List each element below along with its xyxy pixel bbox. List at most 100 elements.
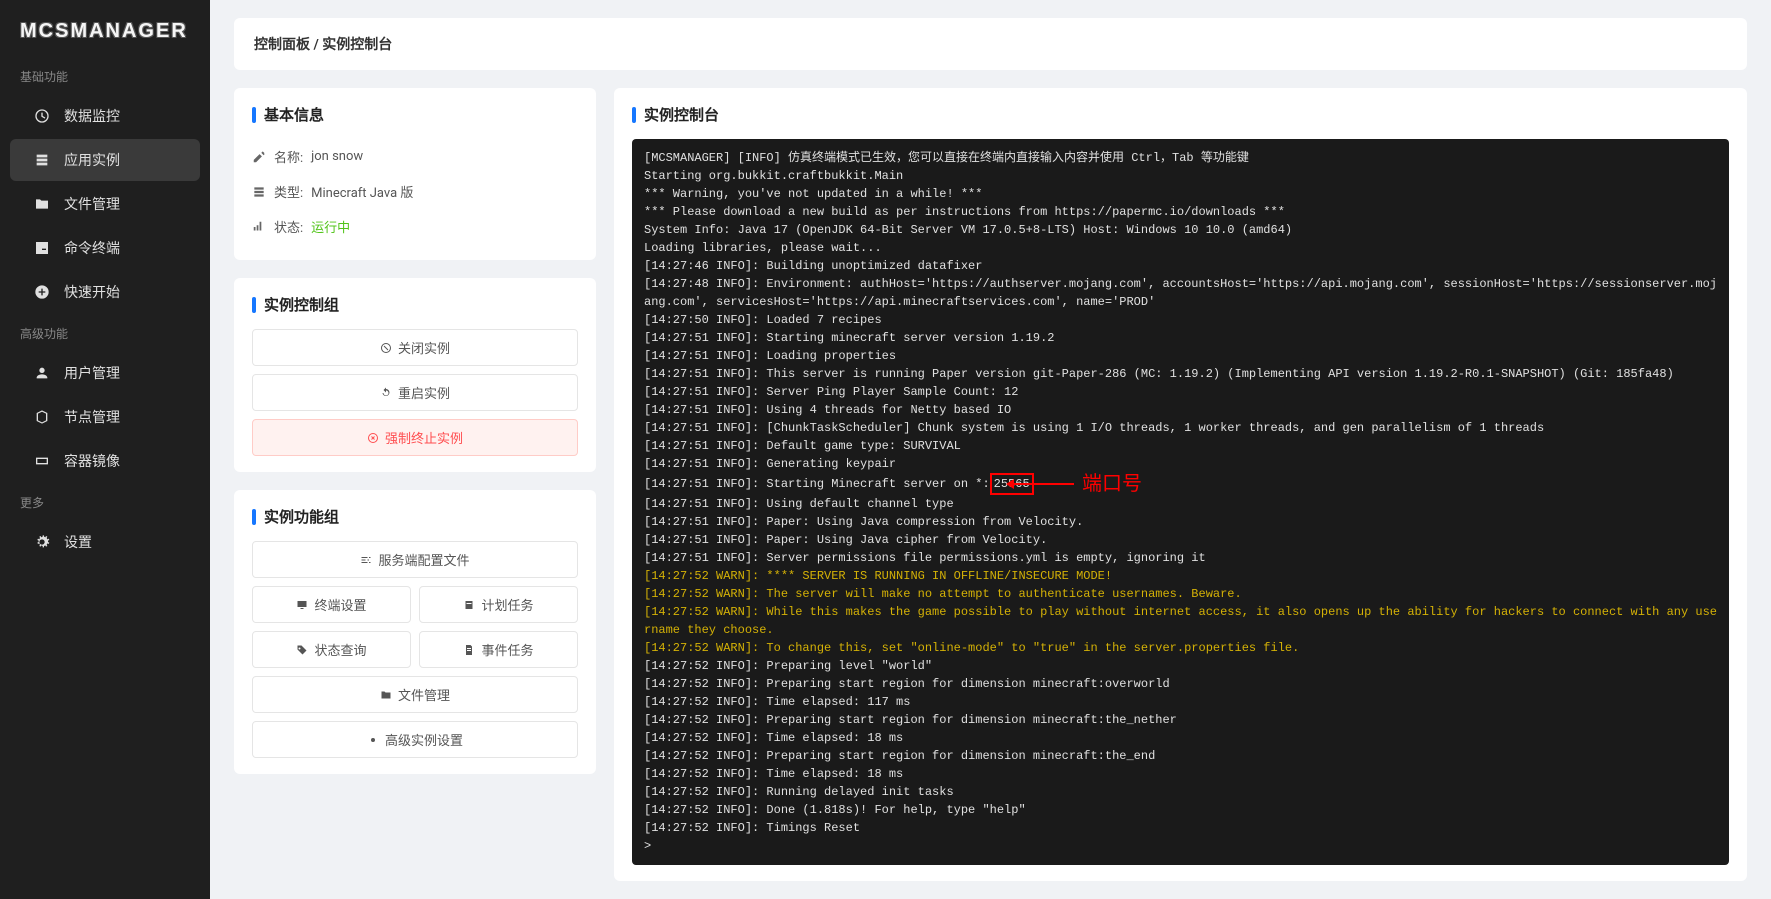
terminal-line: [14:27:52 WARN]: **** SERVER IS RUNNING … (644, 567, 1717, 585)
terminal-line: [MCSMANAGER] [INFO] 仿真终端模式已生效，您可以直接在终端内直… (644, 149, 1717, 167)
sidebar-item-instances[interactable]: 应用实例 (10, 139, 200, 181)
func-group-title: 实例功能组 (252, 506, 578, 527)
node-icon (34, 409, 50, 425)
terminal-line: [14:27:51 INFO]: Server Ping Player Samp… (644, 383, 1717, 401)
func-group-card: 实例功能组 服务端配置文件 终端设置 计划任务 (234, 490, 596, 774)
sidebar-item-settings[interactable]: 设置 (10, 521, 200, 563)
sidebar-item-quickstart[interactable]: 快速开始 (10, 271, 200, 313)
terminal-line: [14:27:50 INFO]: Loaded 7 recipes (644, 311, 1717, 329)
event-tasks-button[interactable]: 事件任务 (419, 631, 578, 668)
info-name: 名称: jon snow (252, 139, 578, 174)
monitor-icon (296, 599, 308, 611)
terminal-line: [14:27:51 INFO]: Starting minecraft serv… (644, 329, 1717, 347)
list-icon (252, 185, 266, 199)
sidebar-item-monitor[interactable]: 数据监控 (10, 95, 200, 137)
basic-info-card: 基本信息 名称: jon snow 类型: Minecraft Java 版 状… (234, 88, 596, 260)
terminal-line: [14:27:52 INFO]: Preparing start region … (644, 675, 1717, 693)
terminal-line: [14:27:51 INFO]: Paper: Using Java ciphe… (644, 531, 1717, 549)
user-icon (34, 365, 50, 381)
terminal-line: [14:27:52 INFO]: Running delayed init ta… (644, 783, 1717, 801)
terminal-line: [14:27:51 INFO]: [ChunkTaskScheduler] Ch… (644, 419, 1717, 437)
status-label: 状态: (274, 217, 303, 236)
section-more-label: 更多 (0, 484, 210, 519)
name-value: jon snow (311, 149, 363, 164)
restart-instance-button[interactable]: 重启实例 (252, 374, 578, 411)
signal-icon (252, 220, 266, 234)
name-label: 名称: (274, 147, 303, 166)
tag-icon (296, 644, 308, 656)
sidebar-item-nodes[interactable]: 节点管理 (10, 396, 200, 438)
sidebar-item-label: 设置 (64, 532, 92, 552)
terminal-line: Starting org.bukkit.craftbukkit.Main (644, 167, 1717, 185)
terminal-line: [14:27:52 WARN]: The server will make no… (644, 585, 1717, 603)
terminal-icon (34, 240, 50, 256)
sidebar-item-label: 应用实例 (64, 150, 120, 170)
terminal-line: [14:27:52 INFO]: Time elapsed: 117 ms (644, 693, 1717, 711)
server-config-label: 服务端配置文件 (378, 550, 469, 569)
type-value: Minecraft Java 版 (311, 182, 413, 201)
type-label: 类型: (274, 182, 303, 201)
terminal-settings-button[interactable]: 终端设置 (252, 586, 411, 623)
logo: MCSMANAGER (0, 10, 210, 58)
server-config-button[interactable]: 服务端配置文件 (252, 541, 578, 578)
terminal-line: [14:27:52 INFO]: Time elapsed: 18 ms (644, 729, 1717, 747)
status-query-button[interactable]: 状态查询 (252, 631, 411, 668)
scheduled-tasks-label: 计划任务 (481, 595, 533, 614)
close-btn-label: 关闭实例 (398, 338, 450, 357)
terminal-line: [14:27:51 INFO]: Using 4 threads for Net… (644, 401, 1717, 419)
console-title: 实例控制台 (632, 104, 1729, 125)
file-manage-button[interactable]: 文件管理 (252, 676, 578, 713)
kill-instance-button[interactable]: 强制终止实例 (252, 419, 578, 456)
sidebar-item-users[interactable]: 用户管理 (10, 352, 200, 394)
terminal-line: [14:27:52 INFO]: Timings Reset (644, 819, 1717, 837)
sidebar-item-label: 快速开始 (64, 282, 120, 302)
terminal-line: > (644, 837, 1717, 855)
terminal-line: [14:27:46 INFO]: Building unoptimized da… (644, 257, 1717, 275)
calendar-icon (463, 599, 475, 611)
terminal-line: [14:27:52 INFO]: Preparing level "world" (644, 657, 1717, 675)
control-group-title: 实例控制组 (252, 294, 578, 315)
sidebar-item-terminal[interactable]: 命令终端 (10, 227, 200, 269)
sidebar-item-label: 命令终端 (64, 238, 120, 258)
section-advanced-label: 高级功能 (0, 315, 210, 350)
terminal-line: [14:27:52 INFO]: Done (1.818s)! For help… (644, 801, 1717, 819)
file-icon (463, 644, 475, 656)
database-icon (34, 152, 50, 168)
sidebar-item-files[interactable]: 文件管理 (10, 183, 200, 225)
sidebar-item-label: 容器镜像 (64, 451, 120, 471)
terminal-line: System Info: Java 17 (OpenJDK 64-Bit Ser… (644, 221, 1717, 239)
arrow-icon (1014, 483, 1074, 485)
sliders-icon (360, 554, 372, 566)
logo-text: MCSMANAGER (20, 20, 190, 43)
terminal-line: [14:27:51 INFO]: Server permissions file… (644, 549, 1717, 567)
file-manage-label: 文件管理 (398, 685, 450, 704)
terminal-line: [14:27:52 WARN]: While this makes the ga… (644, 603, 1717, 639)
console-card: 实例控制台 [MCSMANAGER] [INFO] 仿真终端模式已生效，您可以直… (614, 88, 1747, 881)
port-annotation: 端口号 (1014, 469, 1142, 499)
sidebar-item-label: 节点管理 (64, 407, 120, 427)
folder-open-icon (380, 689, 392, 701)
folder-icon (34, 196, 50, 212)
section-basic-label: 基础功能 (0, 58, 210, 93)
terminal-line: Loading libraries, please wait... (644, 239, 1717, 257)
info-status: 状态: 运行中 (252, 209, 578, 244)
scheduled-tasks-button[interactable]: 计划任务 (419, 586, 578, 623)
status-value: 运行中 (311, 217, 350, 236)
terminal-output[interactable]: [MCSMANAGER] [INFO] 仿真终端模式已生效，您可以直接在终端内直… (632, 139, 1729, 865)
breadcrumb-text: 控制面板 / 实例控制台 (254, 37, 392, 53)
annotation-label: 端口号 (1082, 469, 1142, 499)
breadcrumb: 控制面板 / 实例控制台 (234, 18, 1747, 70)
terminal-line: [14:27:51 INFO]: Default game type: SURV… (644, 437, 1717, 455)
close-instance-button[interactable]: 关闭实例 (252, 329, 578, 366)
plus-circle-icon (34, 284, 50, 300)
terminal-line: [14:27:51 INFO]: Paper: Using Java compr… (644, 513, 1717, 531)
terminal-line: [14:27:52 WARN]: To change this, set "on… (644, 639, 1717, 657)
terminal-line: [14:27:51 INFO]: This server is running … (644, 365, 1717, 383)
terminal-line: [14:27:51 INFO]: Using default channel t… (644, 495, 1717, 513)
sidebar-item-label: 用户管理 (64, 363, 120, 383)
reload-icon (380, 387, 392, 399)
terminal-line: [14:27:51 INFO]: Starting Minecraft serv… (644, 473, 1717, 495)
terminal-line: [14:27:52 INFO]: Preparing start region … (644, 711, 1717, 729)
terminal-line: [14:27:52 INFO]: Time elapsed: 18 ms (644, 765, 1717, 783)
sidebar-item-images[interactable]: 容器镜像 (10, 440, 200, 482)
